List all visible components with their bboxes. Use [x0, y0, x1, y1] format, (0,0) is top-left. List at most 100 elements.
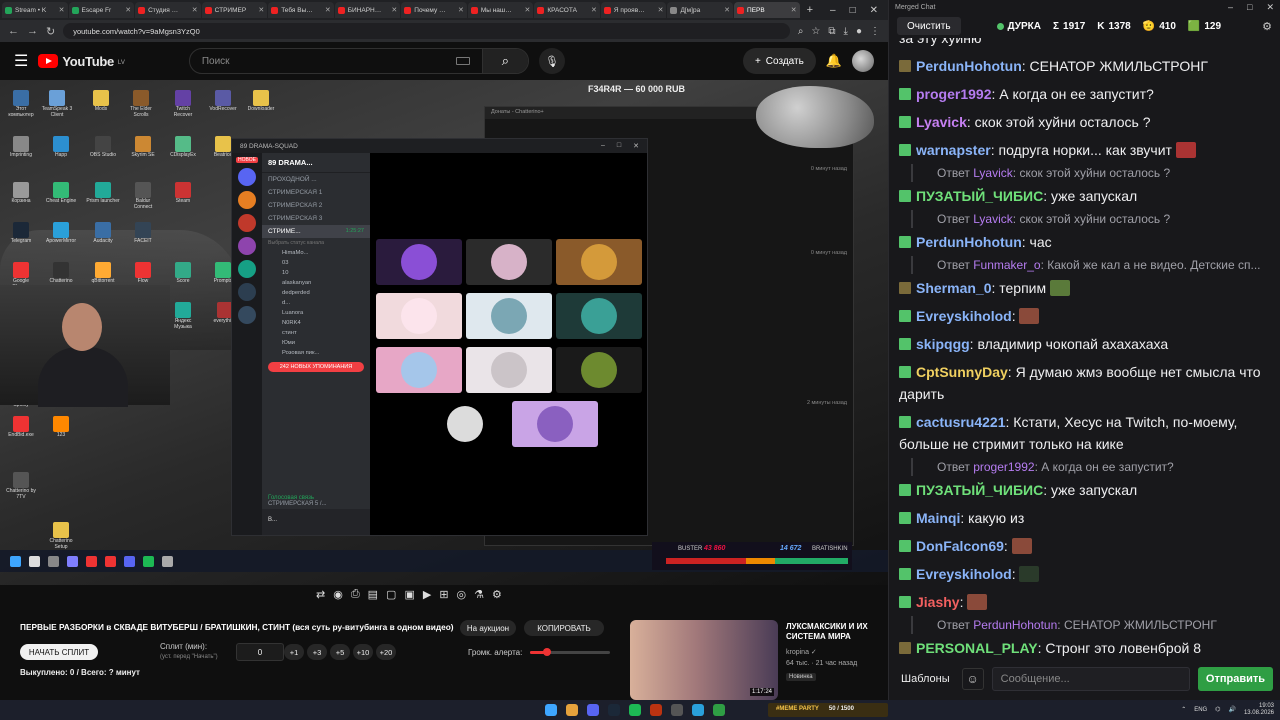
browser-menu-icon[interactable]: ⋮ — [870, 26, 880, 37]
loop-icon[interactable]: ⇄ — [316, 588, 325, 601]
menu-icon[interactable]: ☰ — [14, 51, 28, 71]
maximize-icon[interactable]: □ — [850, 5, 856, 16]
server-icon[interactable] — [238, 306, 256, 324]
reload-icon[interactable]: ↻ — [46, 25, 55, 38]
discord-channel[interactable]: СТРИМЕРСКАЯ 1 — [262, 186, 370, 199]
desktop-icon[interactable]: qBittorrent — [86, 262, 120, 285]
new-tab-icon[interactable]: + — [801, 4, 819, 16]
copy-button[interactable]: КОПИРОВАТЬ — [524, 620, 604, 636]
profile-icon[interactable]: ● — [856, 26, 862, 37]
volume-icon[interactable]: 🔊 — [1228, 706, 1235, 713]
desktop-icon[interactable]: OBS Studio — [86, 136, 120, 159]
voice-user[interactable]: d... — [262, 298, 370, 308]
desktop-icon[interactable]: CDisplayEx — [166, 136, 200, 159]
server-icon[interactable] — [238, 283, 256, 301]
emoji-icon[interactable]: ☺ — [961, 668, 984, 690]
flask-icon[interactable]: ⚗ — [474, 588, 484, 601]
browser-tab[interactable]: Я прояв… ✕ — [600, 2, 667, 18]
mentions-badge[interactable]: 242 НОВЫХ УПОМИНАНИЯ — [268, 362, 364, 372]
chat-nick[interactable]: CptSunnyDay — [916, 364, 1008, 380]
browser-tab[interactable]: СТРИМЕР ✕ — [201, 2, 268, 18]
screenshot-icon[interactable]: ⎙ — [351, 588, 360, 601]
extensions-icon[interactable]: ⧉ — [828, 26, 835, 37]
chat-nick[interactable]: PerdunHohotun — [916, 58, 1022, 74]
server-icon[interactable] — [238, 260, 256, 278]
minimize-icon[interactable]: – — [601, 142, 605, 150]
desktop-icon[interactable]: Downloader — [244, 90, 278, 113]
voice-search-button[interactable]: 🎙 — [538, 48, 565, 74]
chat-nick[interactable]: Lyavick — [916, 114, 967, 130]
video-icon[interactable]: ▶ — [423, 588, 431, 601]
chat-nick[interactable]: PERSONAL_PLAY — [916, 640, 1038, 656]
desktop-icon[interactable]: Prism launcher — [86, 182, 120, 205]
minimize-icon[interactable]: – — [1228, 2, 1233, 13]
discord-icon[interactable] — [587, 704, 599, 716]
add-icon[interactable]: ⊞ — [439, 588, 448, 601]
split-minutes-input[interactable]: 0 — [236, 643, 284, 661]
auction-button[interactable]: На аукцион — [460, 620, 516, 636]
increment-button[interactable]: +3 — [307, 644, 327, 660]
desktop-icon[interactable]: Cheat Engine — [44, 182, 78, 205]
network-icon[interactable]: ⌬ — [1215, 706, 1220, 713]
desktop-icon[interactable]: Baldur Connect — [126, 182, 160, 210]
server-icon[interactable] — [238, 168, 256, 186]
discord-channel[interactable]: ПРОХОДНОЙ ... — [262, 173, 370, 186]
tab-close-icon[interactable]: ✕ — [458, 6, 464, 14]
reply-nick[interactable]: PerdunHohotun — [973, 618, 1057, 632]
stream-icon[interactable]: ▣ — [404, 588, 414, 601]
tab-close-icon[interactable]: ✕ — [192, 6, 198, 14]
participant-tile[interactable] — [556, 239, 642, 285]
participant-tile[interactable] — [376, 239, 462, 285]
browser-tab[interactable]: Тебя Вы… ✕ — [268, 2, 334, 18]
settings-icon[interactable]: ⚙ — [492, 588, 502, 601]
reply-nick[interactable]: proger1992 — [973, 460, 1034, 474]
tab-close-icon[interactable]: ✕ — [724, 6, 730, 14]
volume-knob[interactable] — [542, 648, 551, 656]
chat-nick[interactable]: Sherman_0 — [916, 280, 991, 296]
desktop-icon[interactable]: Steam — [166, 182, 200, 205]
voice-user[interactable]: стинт — [262, 328, 370, 338]
language-indicator[interactable]: ENG — [1194, 707, 1207, 713]
chat-nick[interactable]: Mainqi — [916, 510, 960, 526]
desktop-icon[interactable]: Chatterino — [44, 262, 78, 285]
search-button[interactable]: ⌕ — [481, 49, 528, 73]
recommended-thumbnail[interactable]: 1:17:24 — [630, 620, 778, 700]
browser-tab[interactable]: Д[м]ра ✕ — [667, 2, 734, 18]
maximize-icon[interactable]: □ — [617, 142, 621, 150]
voice-user[interactable]: 03 — [262, 258, 370, 268]
voice-user[interactable]: HimaMo... — [262, 248, 370, 258]
participant-tile[interactable] — [376, 347, 462, 393]
close-icon[interactable]: ✕ — [870, 5, 878, 16]
participant-tile[interactable] — [556, 293, 642, 339]
clear-button[interactable]: Очистить — [897, 17, 961, 35]
desktop-icon[interactable]: Mods — [84, 90, 118, 113]
chat-nick[interactable]: ПУЗАТЫЙ_ЧИБИС — [916, 482, 1043, 498]
increment-button[interactable]: +10 — [353, 644, 373, 660]
desktop-icon[interactable]: TeamSpeak 3 Client — [40, 90, 74, 118]
clock[interactable]: 19:03 13.08.2026 — [1244, 703, 1274, 716]
browser-tab[interactable]: Stream • K ✕ — [2, 2, 68, 18]
server-icon[interactable] — [238, 237, 256, 255]
star-icon[interactable]: ☆ — [811, 26, 820, 37]
tab-close-icon[interactable]: ✕ — [591, 6, 597, 14]
reply-nick[interactable]: Lyavick — [973, 166, 1013, 180]
broadcast-icon[interactable]: ◉ — [333, 588, 343, 601]
chat-nick[interactable]: Evreyskiholod — [916, 566, 1012, 582]
spotify-icon[interactable] — [629, 704, 641, 716]
clip-icon[interactable]: ▤ — [368, 588, 378, 601]
desktop-icon[interactable]: Twitch Recover — [166, 90, 200, 118]
browser-tab[interactable]: Escape Fr ✕ — [68, 2, 135, 18]
tab-close-icon[interactable]: ✕ — [325, 6, 331, 14]
minimize-icon[interactable]: – — [830, 5, 836, 16]
browser-tab[interactable]: ПЕРВ ✕ — [734, 2, 800, 18]
voice-user[interactable]: Розовая пик... — [262, 348, 370, 358]
chevron-up-icon[interactable]: ⌃ — [1181, 706, 1186, 713]
keyboard-icon[interactable] — [455, 57, 470, 65]
browser-tab[interactable]: БИНАРН… ✕ — [334, 2, 401, 18]
chat-nick[interactable]: PerdunHohotun — [916, 234, 1022, 250]
chat-nick[interactable]: skipqgg — [916, 336, 970, 352]
tab-close-icon[interactable]: ✕ — [59, 6, 65, 14]
chat-nick[interactable]: Evreyskiholod — [916, 308, 1012, 324]
discord-server-name[interactable]: 89 DRAMA... — [262, 153, 370, 173]
desktop-icon[interactable]: Chatterino by 7TV — [4, 472, 38, 500]
